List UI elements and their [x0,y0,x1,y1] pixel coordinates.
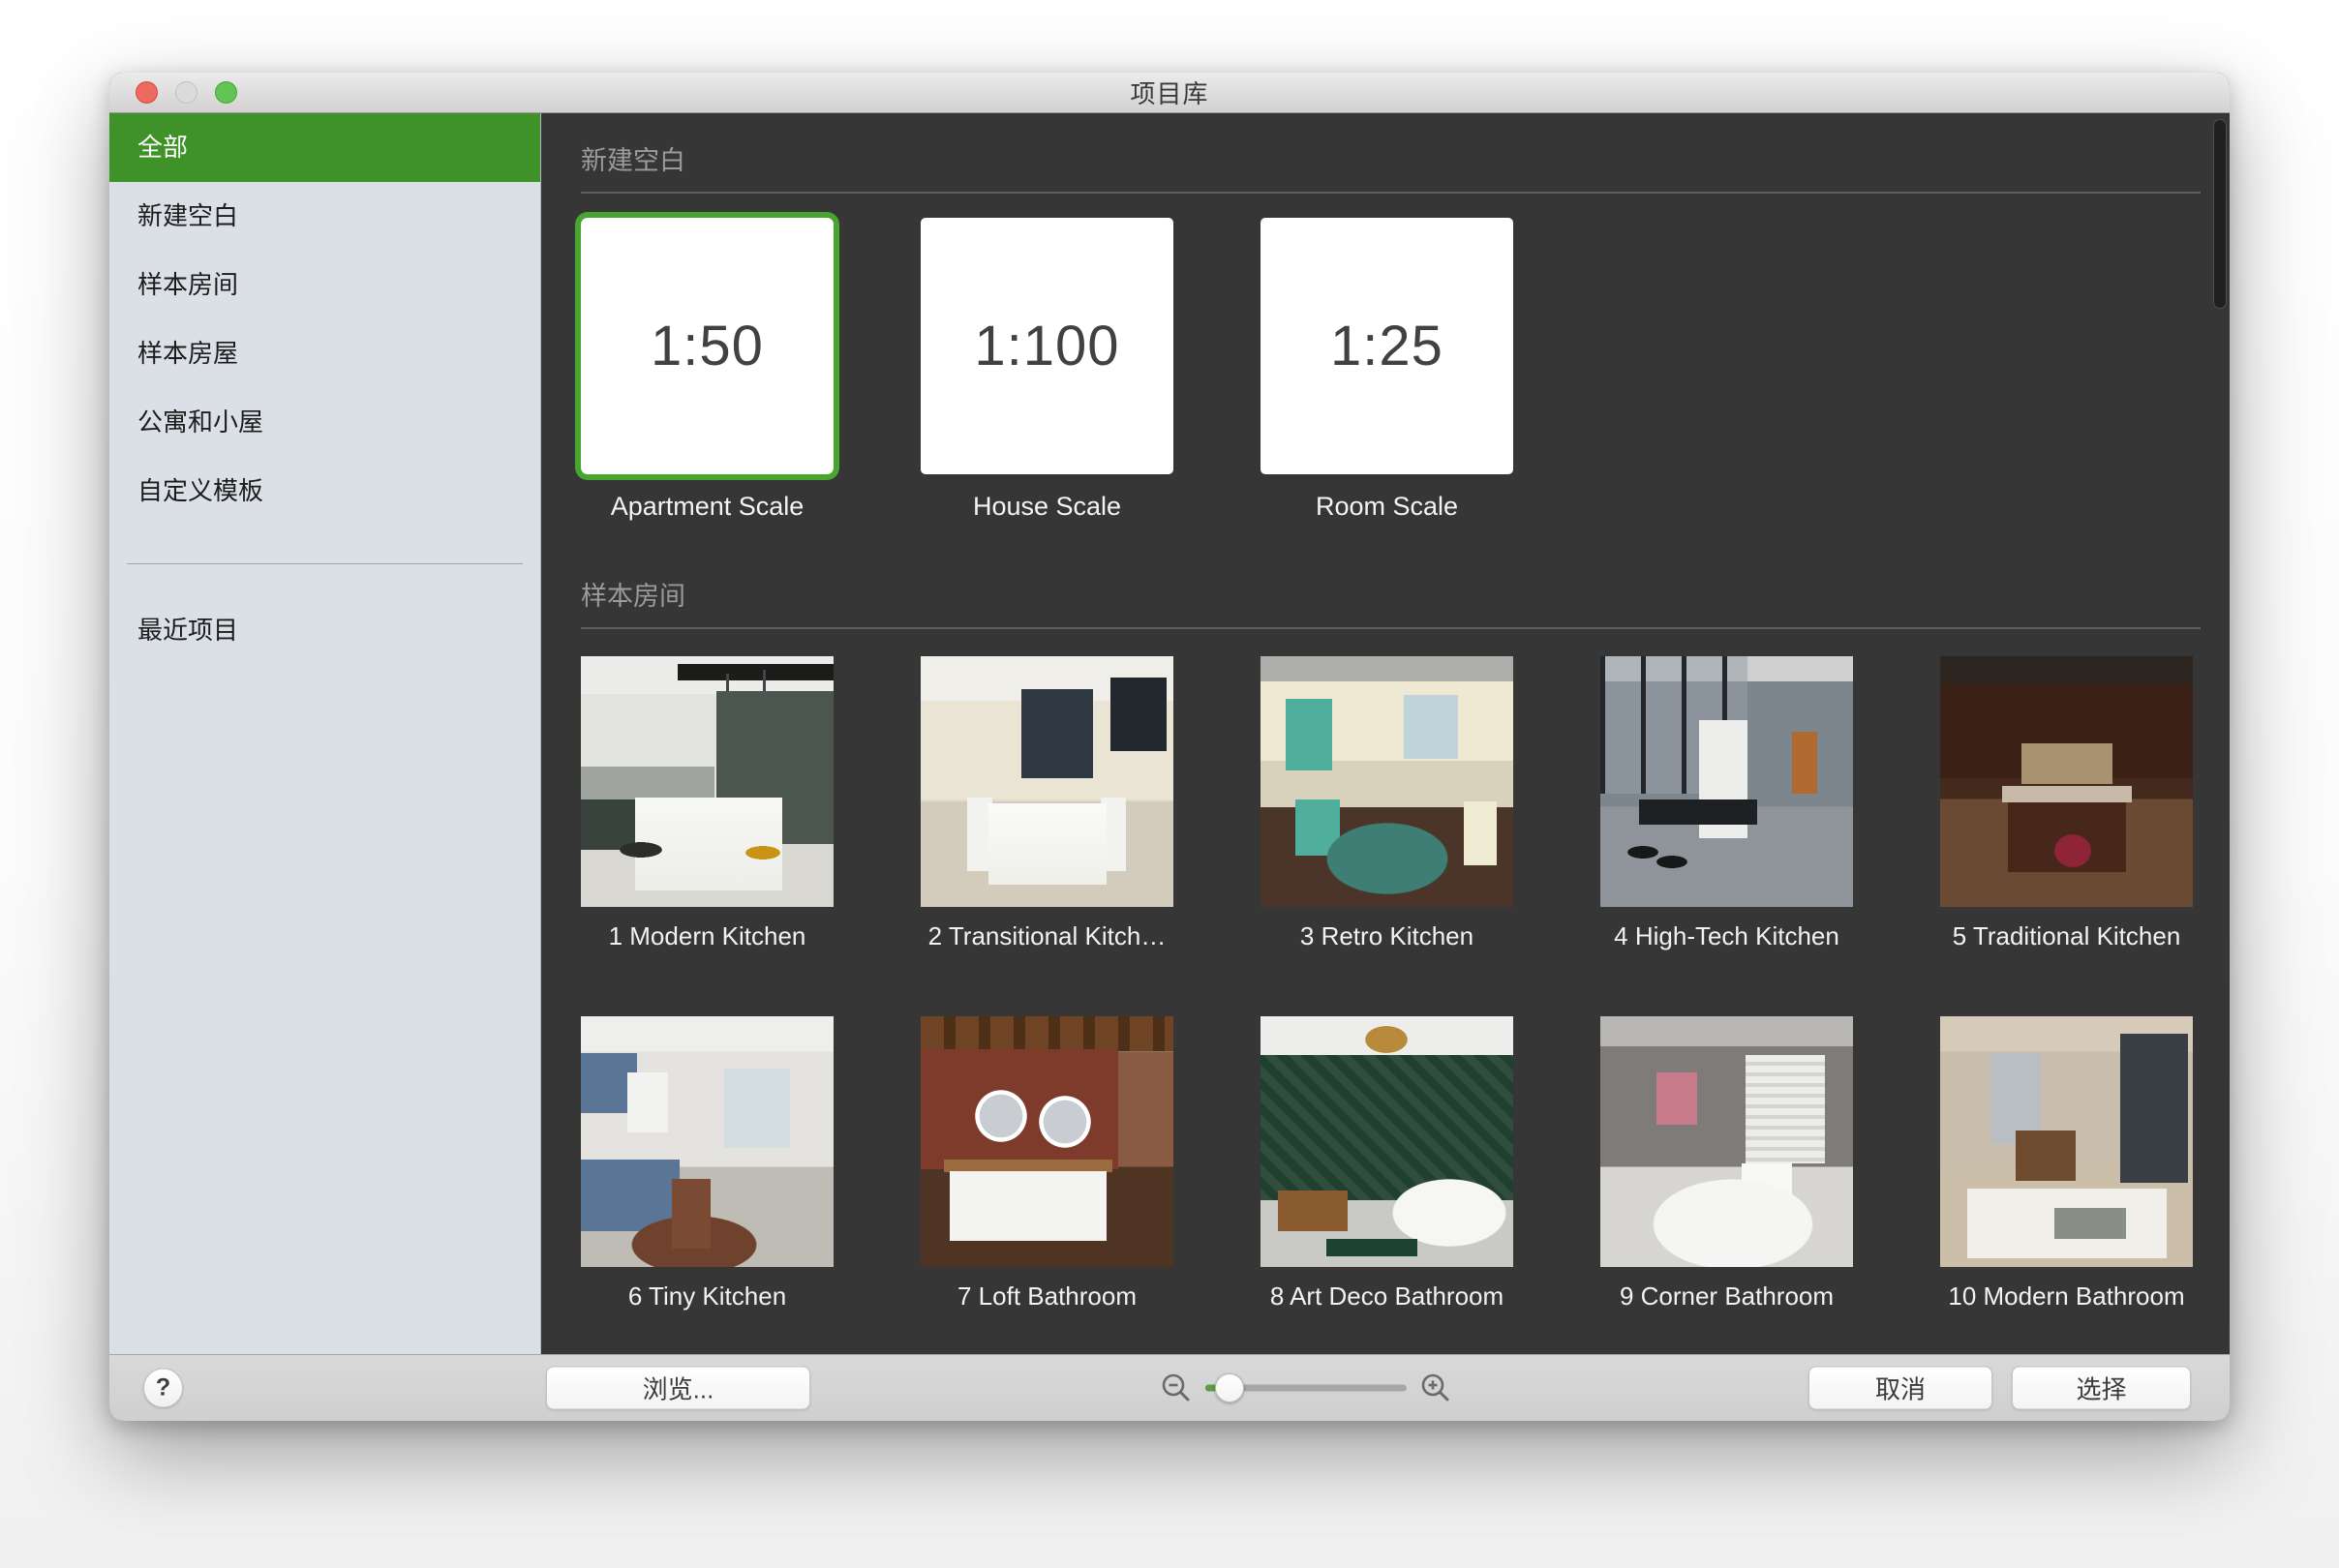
sidebar-item-custom-templates[interactable]: 自定义模板 [109,457,540,526]
template-thumbnail-tiny-kitchen[interactable] [581,1016,834,1267]
zoom-slider-thumb[interactable] [1215,1373,1244,1402]
template-thumbnail-traditional-kitchen[interactable] [1940,656,2193,907]
grid-cell: 5 Traditional Kitchen [1940,656,2193,951]
cancel-button[interactable]: 取消 [1808,1367,1992,1410]
sidebar: 全部 新建空白 样本房间 样本房屋 公寓和小屋 自定义模板 最近项目 [109,113,541,1354]
section-title-sample-rooms: 样本房间 [581,579,2230,614]
zoom-in-icon[interactable] [1419,1372,1452,1404]
footer-bar: ? 浏览... 取消 选择 [109,1354,2230,1421]
template-thumbnail-art-deco-bathroom[interactable] [1261,1016,1513,1267]
grid-cell: 6 Tiny Kitchen [581,1016,834,1312]
thumbnail-label: 3 Retro Kitchen [1300,920,1473,951]
grid-cell: 3 Retro Kitchen [1261,656,1513,951]
maximize-button[interactable] [215,81,237,104]
sample-rooms-grid: 1 Modern Kitchen 2 Transitional Kitch… 3… [581,656,2230,1312]
sidebar-separator [127,563,523,564]
template-card-room-scale[interactable]: 1:25 [1261,218,1513,474]
grid-cell: 9 Corner Bathroom [1600,1016,1853,1312]
card-label: Room Scale [1316,492,1458,522]
window-titlebar: 项目库 [109,73,2230,113]
window-title: 项目库 [1130,75,1208,110]
sidebar-item-apartments-cottages[interactable]: 公寓和小屋 [109,388,540,457]
template-card-apartment-scale[interactable]: 1:50 [581,218,834,474]
card-cell: 1:100 House Scale [921,218,1173,522]
grid-cell: 8 Art Deco Bathroom [1261,1016,1513,1312]
card-cell: 1:50 Apartment Scale [581,218,834,522]
grid-cell: 4 High-Tech Kitchen [1600,656,1853,951]
sidebar-item-all[interactable]: 全部 [109,113,540,182]
grid-cell: 7 Loft Bathroom [921,1016,1173,1312]
template-thumbnail-corner-bathroom[interactable] [1600,1016,1853,1267]
thumbnail-label: 8 Art Deco Bathroom [1270,1281,1504,1312]
browse-button[interactable]: 浏览... [546,1367,810,1410]
template-thumbnail-modern-kitchen[interactable] [581,656,834,907]
sidebar-item-sample-rooms[interactable]: 样本房间 [109,251,540,319]
thumbnail-label: 4 High-Tech Kitchen [1614,920,1839,951]
card-label: Apartment Scale [611,492,805,522]
scale-value: 1:100 [974,314,1119,378]
section-divider [581,627,2201,629]
grid-cell: 2 Transitional Kitch… [921,656,1173,951]
content-area: 新建空白 1:50 Apartment Scale 1:100 House Sc… [541,113,2230,1354]
template-thumbnail-high-tech-kitchen[interactable] [1600,656,1853,907]
zoom-out-icon[interactable] [1160,1372,1193,1404]
template-thumbnail-loft-bathroom[interactable] [921,1016,1173,1267]
sidebar-item-recent-projects[interactable]: 最近项目 [109,596,540,665]
thumbnail-label: 1 Modern Kitchen [609,920,806,951]
scale-value: 1:50 [651,314,764,378]
template-card-house-scale[interactable]: 1:100 [921,218,1173,474]
zoom-controls [1160,1372,1452,1404]
minimize-button[interactable] [175,81,197,104]
zoom-slider[interactable] [1205,1373,1407,1402]
template-thumbnail-retro-kitchen[interactable] [1261,656,1513,907]
section-title-new-blank: 新建空白 [581,143,2230,178]
thumbnail-label: 10 Modern Bathroom [1948,1281,2184,1312]
section-divider [581,192,2201,194]
template-thumbnail-modern-bathroom[interactable] [1940,1016,2193,1267]
window-body: 全部 新建空白 样本房间 样本房屋 公寓和小屋 自定义模板 最近项目 新建空白 … [109,113,2230,1354]
card-cell: 1:25 Room Scale [1261,218,1513,522]
sidebar-item-new-blank[interactable]: 新建空白 [109,182,540,251]
thumbnail-label: 2 Transitional Kitch… [928,920,1167,951]
grid-cell: 1 Modern Kitchen [581,656,834,951]
thumbnail-label: 7 Loft Bathroom [957,1281,1137,1312]
thumbnail-label: 6 Tiny Kitchen [628,1281,786,1312]
thumbnail-label: 5 Traditional Kitchen [1953,920,2181,951]
grid-cell: 10 Modern Bathroom [1940,1016,2193,1312]
vertical-scrollbar[interactable] [2212,117,2228,1354]
close-button[interactable] [136,81,158,104]
traffic-lights [136,73,237,112]
scale-value: 1:25 [1330,314,1443,378]
project-library-window: 项目库 全部 新建空白 样本房间 样本房屋 公寓和小屋 自定义模板 最近项目 新… [109,73,2230,1421]
card-label: House Scale [973,492,1121,522]
template-thumbnail-transitional-kitchen[interactable] [921,656,1173,907]
sidebar-item-sample-houses[interactable]: 样本房屋 [109,319,540,388]
help-button[interactable]: ? [143,1369,183,1408]
scale-cards-row: 1:50 Apartment Scale 1:100 House Scale 1… [581,218,2230,522]
scrollbar-thumb[interactable] [2213,119,2227,309]
select-button[interactable]: 选择 [2012,1367,2191,1410]
thumbnail-label: 9 Corner Bathroom [1620,1281,1834,1312]
